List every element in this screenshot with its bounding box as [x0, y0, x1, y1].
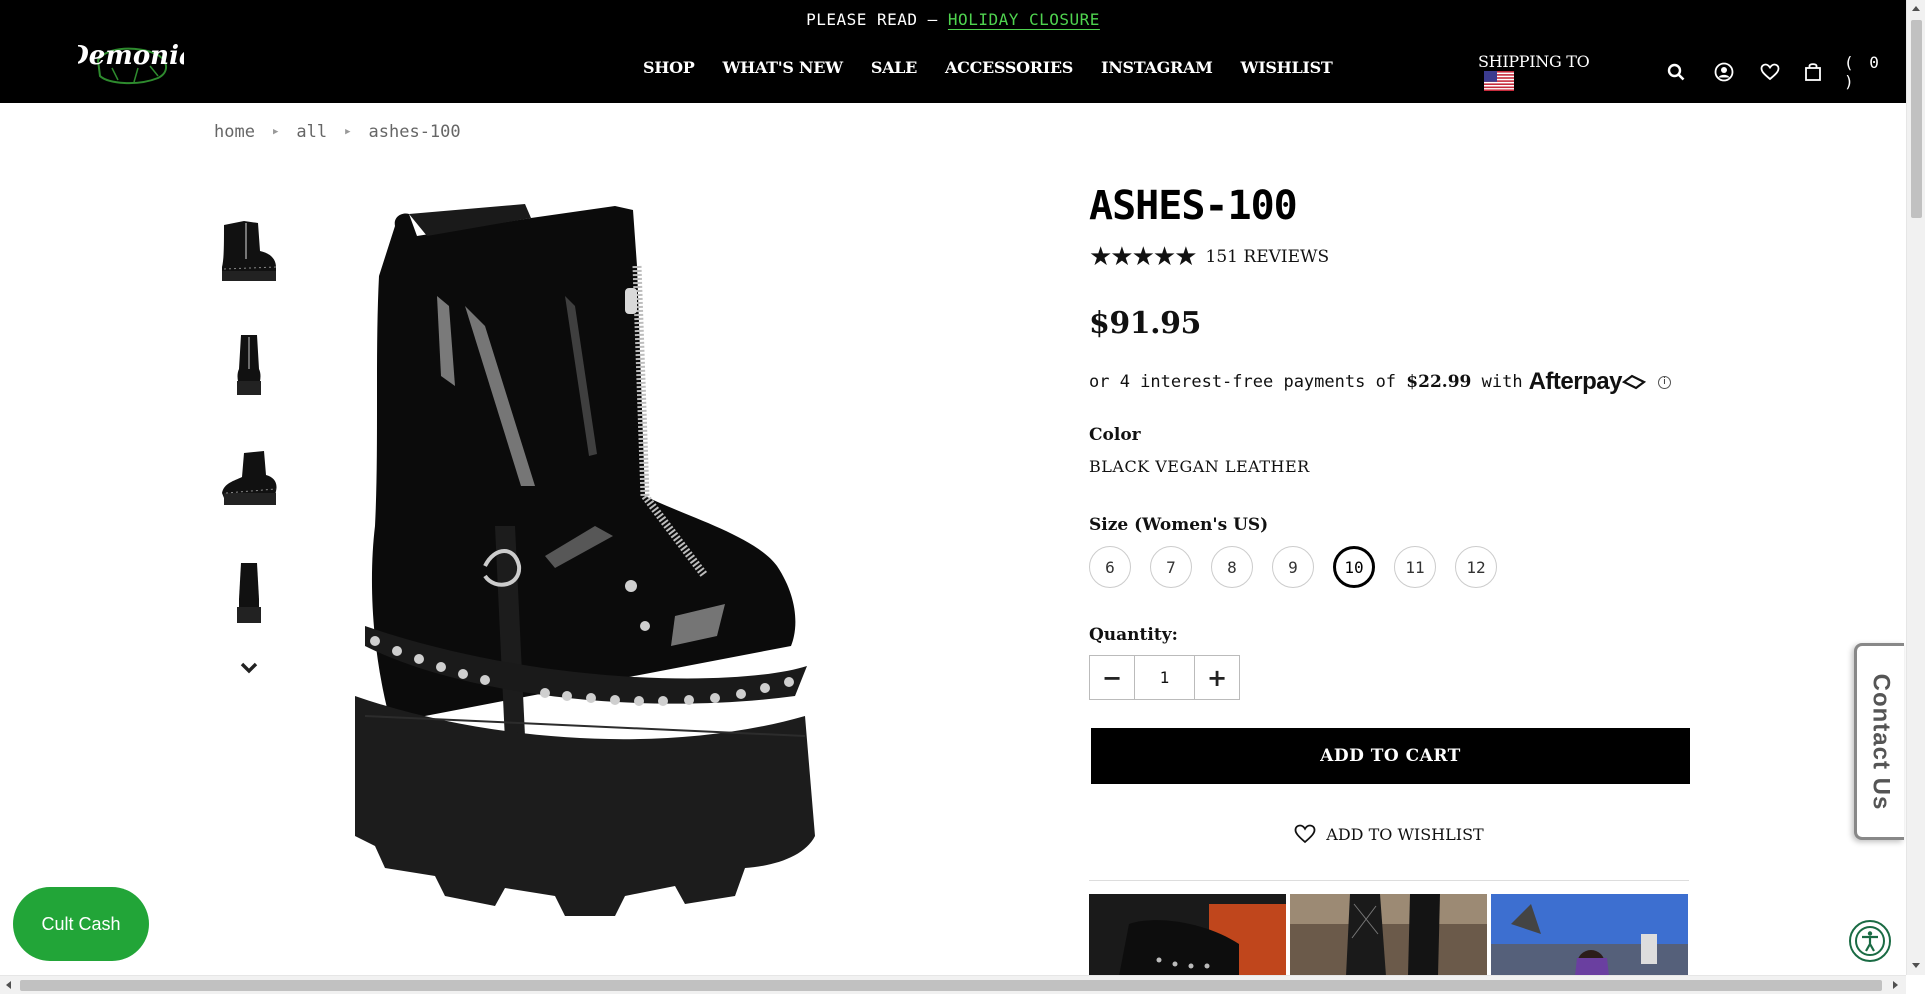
customer-photo-2[interactable] [1290, 894, 1487, 976]
product-main-image[interactable] [345, 196, 1040, 931]
cart-bag-icon[interactable] [1802, 61, 1824, 83]
announcement-bar: PLEASE READ – HOLIDAY CLOSURE [0, 10, 1906, 29]
cult-cash-button[interactable]: Cult Cash [13, 887, 149, 961]
quantity-label: Quantity: [1089, 625, 1178, 645]
size-option-12[interactable]: 12 [1455, 546, 1497, 588]
size-option-9[interactable]: 9 [1272, 546, 1314, 588]
nav-instagram[interactable]: INSTAGRAM [1101, 58, 1213, 77]
shipping-label: SHIPPING TO [1478, 52, 1590, 71]
color-label: Color [1089, 425, 1141, 445]
nav-whats-new[interactable]: WHAT'S NEW [722, 58, 843, 77]
breadcrumb-separator-icon: ▶ [345, 127, 351, 137]
reviews-count[interactable]: 151 REVIEWS [1206, 247, 1330, 267]
horizontal-scrollbar[interactable] [0, 975, 1906, 994]
demonia-logo[interactable]: Demonia [78, 38, 184, 86]
scroll-left-arrow-icon[interactable] [6, 981, 11, 989]
account-icon[interactable] [1713, 61, 1735, 83]
size-option-7[interactable]: 7 [1150, 546, 1192, 588]
contact-us-tab[interactable]: Contact Us [1854, 643, 1904, 840]
customer-photo-3[interactable] [1491, 894, 1688, 976]
breadcrumb: home ▶ all ▶ ashes-100 [214, 122, 461, 142]
afterpay-arrows-icon [1621, 374, 1646, 390]
afterpay-with: with [1481, 372, 1523, 392]
shipping-selector[interactable]: SHIPPING TO [1478, 52, 1628, 91]
heart-icon [1294, 824, 1316, 844]
scroll-up-arrow-icon[interactable] [1912, 6, 1920, 11]
holiday-closure-link[interactable]: HOLIDAY CLOSURE [948, 10, 1100, 29]
contact-us-label: Contact Us [1867, 673, 1895, 810]
breadcrumb-current: ashes-100 [368, 122, 461, 142]
announcement-prefix: PLEASE READ – [806, 10, 948, 29]
thumbnail-4[interactable] [214, 550, 284, 636]
vertical-scrollbar[interactable] [1906, 0, 1925, 975]
main-nav: SHOP WHAT'S NEW SALE ACCESSORIES INSTAGR… [643, 58, 1360, 77]
thumbnail-2[interactable] [214, 322, 284, 408]
breadcrumb-all[interactable]: all [296, 122, 327, 142]
nav-shop[interactable]: SHOP [643, 58, 695, 77]
boot-front-thumbnail-image [237, 335, 261, 395]
add-to-wishlist-button[interactable]: ADD TO WISHLIST [1089, 824, 1689, 844]
site-header: PLEASE READ – HOLIDAY CLOSURE Demonia SH… [0, 0, 1906, 103]
afterpay-logo: Afterpay [1528, 368, 1623, 395]
color-value: BLACK VEGAN LEATHER [1089, 457, 1310, 476]
chevron-down-icon[interactable] [236, 655, 262, 681]
accessibility-icon[interactable] [1849, 920, 1891, 962]
quantity-stepper: − 1 + [1089, 655, 1240, 700]
thumbnail-3[interactable] [214, 436, 284, 522]
customer-photos [1089, 894, 1692, 976]
breadcrumb-home[interactable]: home [214, 122, 255, 142]
cart-count[interactable]: ( 0 ) [1844, 53, 1906, 91]
search-icon[interactable] [1666, 61, 1688, 83]
product-title: ASHES-100 [1089, 183, 1298, 229]
size-option-11[interactable]: 11 [1394, 546, 1436, 588]
divider [1089, 880, 1689, 881]
size-option-6[interactable]: 6 [1089, 546, 1131, 588]
info-icon[interactable]: i [1657, 375, 1671, 389]
product-rating[interactable]: ★★★★★ 151 REVIEWS [1089, 244, 1329, 270]
size-option-8[interactable]: 8 [1211, 546, 1253, 588]
thumbnail-list [214, 208, 284, 664]
quantity-input[interactable]: 1 [1134, 656, 1195, 699]
add-to-wishlist-label: ADD TO WISHLIST [1326, 824, 1484, 844]
scroll-down-arrow-icon[interactable] [1912, 963, 1920, 968]
afterpay-message: or 4 interest-free payments of $22.99 wi… [1089, 368, 1671, 396]
product-price: $91.95 [1089, 306, 1201, 341]
boot-back-thumbnail-image [237, 563, 261, 623]
afterpay-amount: $22.99 [1406, 372, 1472, 392]
us-flag-icon [1484, 71, 1514, 91]
quantity-increase-button[interactable]: + [1195, 656, 1239, 699]
nav-wishlist[interactable]: WISHLIST [1241, 58, 1333, 77]
wishlist-heart-icon[interactable] [1759, 61, 1781, 83]
thumbnail-1[interactable] [214, 208, 284, 294]
scroll-right-arrow-icon[interactable] [1893, 981, 1898, 989]
vertical-scrollbar-thumb[interactable] [1911, 20, 1922, 218]
afterpay-text: or 4 interest-free payments of [1089, 372, 1397, 392]
boot-angle-thumbnail-image [222, 451, 277, 505]
breadcrumb-separator-icon: ▶ [272, 127, 279, 137]
boot-side-thumbnail-image [222, 221, 277, 281]
header-utilities: SHIPPING TO ( 0 ) [1478, 52, 1906, 91]
star-rating-icon: ★★★★★ [1089, 242, 1198, 272]
add-to-cart-button[interactable]: ADD TO CART [1091, 728, 1690, 784]
horizontal-scrollbar-thumb[interactable] [20, 980, 1882, 991]
nav-accessories[interactable]: ACCESSORIES [945, 58, 1073, 77]
logo-text: Demonia [78, 41, 184, 71]
size-label: Size (Women's US) [1089, 515, 1269, 535]
size-option-10-selected[interactable]: 10 [1333, 546, 1375, 588]
quantity-decrease-button[interactable]: − [1090, 656, 1134, 699]
size-selector: 6 7 8 9 10 11 12 [1089, 546, 1516, 588]
nav-sale[interactable]: SALE [871, 58, 918, 77]
customer-photo-1[interactable] [1089, 894, 1286, 976]
